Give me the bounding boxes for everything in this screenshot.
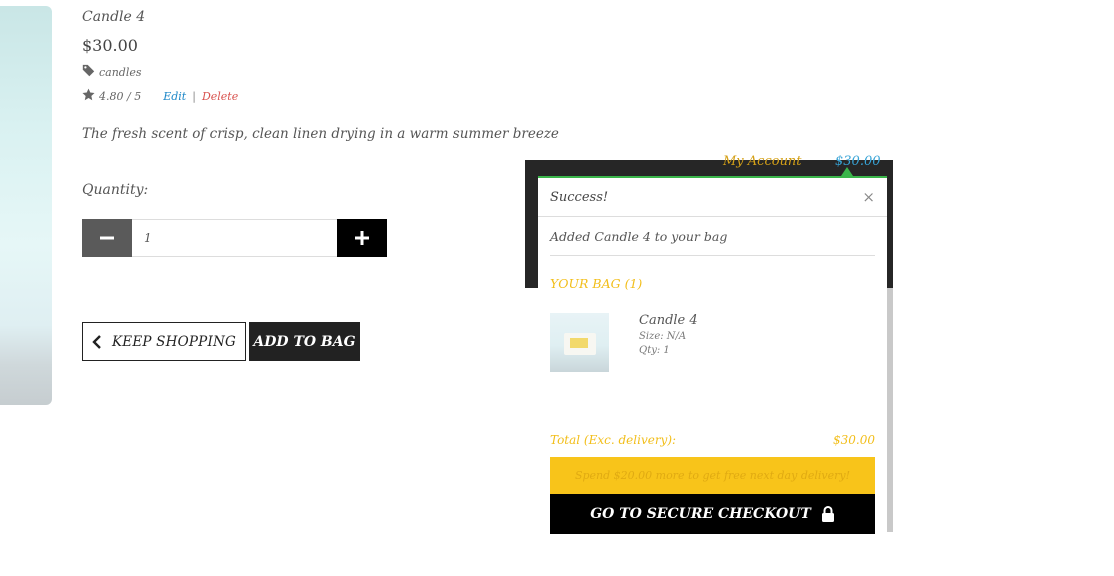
- nav-account-link[interactable]: My Account: [723, 154, 802, 169]
- toast-header: Success! ×: [538, 178, 887, 217]
- decrement-button[interactable]: [82, 219, 132, 257]
- bag-heading: YOUR BAG (1): [550, 276, 643, 291]
- lock-icon: [821, 506, 834, 522]
- plus-icon: [355, 231, 369, 245]
- product-category: candles: [82, 64, 142, 80]
- product-description: The fresh scent of crisp, clean linen dr…: [82, 126, 559, 142]
- star-icon: [82, 88, 95, 104]
- bag-item-name: Candle 4: [639, 313, 698, 328]
- delete-link[interactable]: Delete: [202, 90, 238, 103]
- product-title: Candle 4: [82, 9, 146, 25]
- edit-link[interactable]: Edit: [163, 90, 186, 103]
- increment-button[interactable]: [337, 219, 387, 257]
- toast-arrow: [841, 167, 853, 176]
- toast-shadow: [887, 288, 893, 532]
- tag-icon: [82, 64, 95, 80]
- product-rating: 4.80 / 5 Edit | Delete: [82, 88, 238, 104]
- secure-checkout-button[interactable]: GO TO SECURE CHECKOUT: [550, 494, 875, 534]
- bag-total-label: Total (Exc. delivery):: [550, 433, 677, 447]
- chevron-left-icon: [92, 334, 101, 349]
- link-separator: |: [192, 89, 196, 103]
- keep-shopping-button[interactable]: KEEP SHOPPING: [82, 322, 246, 361]
- bag-item-image: [550, 313, 609, 372]
- toast-message: Added Candle 4 to your bag: [550, 217, 875, 256]
- quantity-label: Quantity:: [82, 182, 149, 198]
- category-label[interactable]: candles: [99, 66, 142, 79]
- quantity-stepper: [82, 219, 387, 257]
- delivery-notice: Spend $20.00 more to get free next day d…: [550, 457, 875, 494]
- minus-icon: [100, 236, 114, 240]
- success-toast: Success! × Added Candle 4 to your bag YO…: [538, 176, 887, 534]
- product-image: [0, 6, 52, 405]
- quantity-input[interactable]: [132, 219, 337, 257]
- bag-total-value: $30.00: [833, 433, 875, 447]
- bag-total-row: Total (Exc. delivery): $30.00: [550, 433, 875, 447]
- keep-shopping-label: KEEP SHOPPING: [112, 333, 236, 350]
- toast-title: Success!: [550, 189, 609, 205]
- bag-item-size: Size: N/A: [639, 331, 687, 342]
- product-price: $30.00: [82, 36, 138, 55]
- close-icon[interactable]: ×: [862, 188, 875, 206]
- add-to-bag-button[interactable]: ADD TO BAG: [249, 322, 360, 361]
- bag-item-qty: Qty: 1: [639, 345, 670, 356]
- rating-value: 4.80 / 5: [99, 89, 142, 103]
- checkout-label: GO TO SECURE CHECKOUT: [590, 506, 811, 522]
- bag-item: Candle 4 Size: N/A Qty: 1: [550, 313, 875, 372]
